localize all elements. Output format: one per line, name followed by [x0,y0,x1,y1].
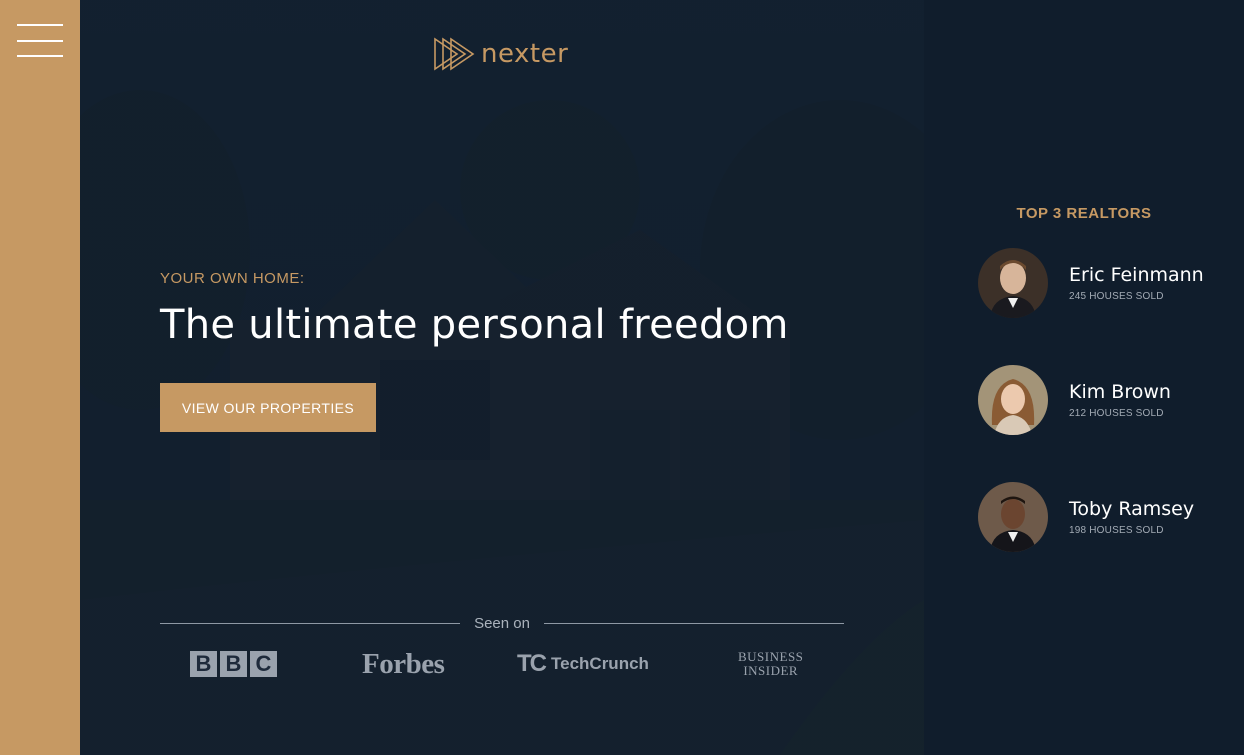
business-insider-logo: BUSINESS INSIDER [738,646,803,682]
brand-logos: B B C Forbes TC TechCrunch BUSINESS INSI… [160,646,860,686]
realtor-name: Toby Ramsey [1069,498,1195,520]
logo-text: nexter [481,39,569,69]
hero-overlay [80,0,924,755]
realtor-name: Kim Brown [1069,381,1171,403]
bbc-letter: B [220,651,247,677]
menu-line [17,24,63,26]
hero-header: nexter YOUR OWN HOME: The ultimate perso… [80,0,924,755]
seen-on-label: Seen on [474,614,530,632]
bbc-logo: B B C [190,646,280,682]
realtor-houses-sold: 245 HOUSES SOLD [1069,291,1164,302]
bbc-letter: C [250,651,277,677]
techcrunch-mark: TC [517,650,547,677]
logo[interactable]: nexter [433,36,568,72]
realtor-avatar [978,248,1048,318]
divider-line [543,622,845,624]
menu-line [17,40,63,42]
view-properties-button[interactable]: VIEW OUR PROPERTIES [160,383,376,432]
bbc-letter: B [190,651,217,677]
hamburger-menu-icon[interactable] [17,24,63,58]
realtors-panel: TOP 3 REALTORS Eric Feinmann 245 HOUSES … [924,0,1244,755]
seen-on-divider: Seen on [160,612,845,634]
business-insider-line1: BUSINESS [738,649,804,664]
realtors-title: TOP 3 REALTORS [1016,205,1152,222]
realtor-avatar [978,365,1048,435]
realtor-card[interactable]: Toby Ramsey 198 HOUSES SOLD [978,482,1238,552]
divider-line [160,622,461,624]
nexter-triangles-logo-icon [434,37,475,71]
realtor-name: Eric Feinmann [1069,264,1204,286]
realtor-houses-sold: 212 HOUSES SOLD [1069,408,1164,419]
techcrunch-logo: TC TechCrunch [517,646,649,682]
techcrunch-text: TechCrunch [551,654,649,673]
realtor-card[interactable]: Kim Brown 212 HOUSES SOLD [978,365,1238,435]
menu-line [17,55,63,57]
business-insider-line2: INSIDER [743,663,799,678]
forbes-logo: Forbes [362,647,445,680]
hero-title: The ultimate personal freedom [160,302,789,348]
sidebar [0,0,80,755]
realtor-card[interactable]: Eric Feinmann 245 HOUSES SOLD [978,248,1238,318]
realtor-houses-sold: 198 HOUSES SOLD [1069,525,1164,536]
hero-pre-title: YOUR OWN HOME: [160,270,305,287]
realtor-avatar [978,482,1048,552]
